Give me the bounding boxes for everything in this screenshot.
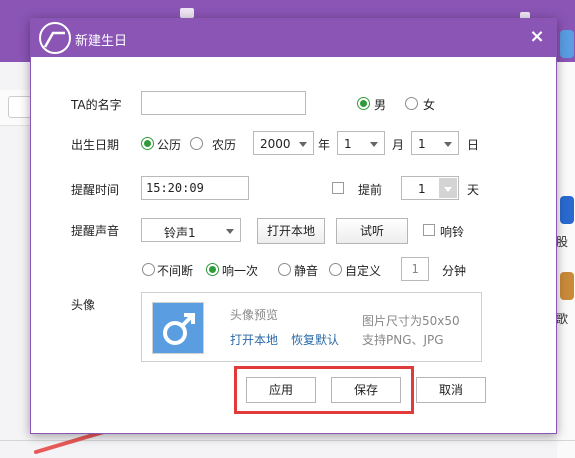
gender-female-radio[interactable] xyxy=(405,97,418,110)
avatar-open-local-link[interactable]: 打开本地 xyxy=(230,331,278,348)
name-label: TA的名字 xyxy=(71,98,122,112)
day-unit: 日 xyxy=(467,138,480,152)
avatar-preview-label: 头像预览 xyxy=(230,308,279,322)
divider xyxy=(0,440,575,441)
solar-calendar-label: 公历 xyxy=(157,138,182,152)
chevron-down-icon xyxy=(370,142,378,147)
repeat-mute-radio[interactable] xyxy=(278,263,291,276)
chevron-down-icon xyxy=(444,142,452,147)
right-label: 股 xyxy=(556,235,569,249)
year-value: 2000 xyxy=(260,137,291,151)
month-unit: 月 xyxy=(392,138,405,152)
toolbar-button[interactable] xyxy=(8,96,32,118)
close-icon[interactable]: × xyxy=(528,28,546,46)
gender-male-radio[interactable] xyxy=(357,97,370,110)
lunar-calendar-label: 农历 xyxy=(212,138,237,152)
name-input[interactable] xyxy=(141,91,306,115)
open-local-sound-button[interactable]: 打开本地 xyxy=(257,218,325,244)
highlight-box xyxy=(234,366,414,414)
ring-checkbox[interactable] xyxy=(423,224,435,236)
avatar-label: 头像 xyxy=(71,298,96,312)
gender-male-label: 男 xyxy=(374,98,387,112)
listen-button[interactable]: 试听 xyxy=(336,218,408,244)
advance-days-value: 1 xyxy=(418,182,426,196)
year-select[interactable]: 2000 xyxy=(253,131,314,155)
repeat-continuous-radio[interactable] xyxy=(142,263,155,276)
avatar-preview-panel: 头像预览 图片尺寸为50x50 打开本地 恢复默认 支持PNG、JPG xyxy=(141,292,482,362)
sound-label: 提醒声音 xyxy=(71,224,120,238)
day-value: 1 xyxy=(418,137,426,151)
right-panel xyxy=(557,62,575,458)
repeat-option-label: 响一次 xyxy=(222,264,259,278)
custom-minutes-input[interactable]: 1 xyxy=(401,257,429,281)
gender-female-label: 女 xyxy=(423,98,436,112)
avatar-format-hint: 支持PNG、JPG xyxy=(362,333,444,347)
remind-time-input[interactable]: 15:20:09 xyxy=(141,176,249,200)
minutes-unit: 分钟 xyxy=(442,264,467,278)
remind-time-label: 提醒时间 xyxy=(71,183,120,197)
chevron-down-icon xyxy=(226,229,234,234)
avatar-size-hint: 图片尺寸为50x50 xyxy=(362,314,460,328)
avatar-restore-default-link[interactable]: 恢复默认 xyxy=(291,331,339,348)
chevron-down-icon xyxy=(299,142,307,147)
header-mark xyxy=(180,8,194,18)
advance-checkbox[interactable] xyxy=(332,182,344,194)
sound-value: 铃声1 xyxy=(164,226,196,240)
male-symbol-icon xyxy=(163,313,195,345)
solar-calendar-radio[interactable] xyxy=(141,137,154,150)
app-logo-icon xyxy=(39,22,71,54)
month-value: 1 xyxy=(344,137,352,151)
app-icon[interactable] xyxy=(560,30,574,58)
repeat-custom-radio[interactable] xyxy=(329,263,342,276)
app-icon[interactable] xyxy=(560,272,574,300)
repeat-option-label: 不间断 xyxy=(157,264,194,278)
advance-days-select[interactable]: 1 xyxy=(401,176,459,200)
repeat-once-radio[interactable] xyxy=(206,263,219,276)
right-label: 歌 xyxy=(556,312,569,326)
cancel-button[interactable]: 取消 xyxy=(416,377,486,403)
dialog-title: 新建生日 xyxy=(75,34,128,49)
avatar-image[interactable] xyxy=(152,302,204,354)
lunar-calendar-radio[interactable] xyxy=(190,137,203,150)
advance-label: 提前 xyxy=(358,183,383,197)
repeat-option-label: 自定义 xyxy=(345,264,382,278)
ring-label: 响铃 xyxy=(440,225,465,239)
year-unit: 年 xyxy=(318,138,331,152)
app-icon[interactable] xyxy=(560,196,574,224)
day-select[interactable]: 1 xyxy=(411,131,459,155)
birth-date-label: 出生日期 xyxy=(71,138,120,152)
sound-select[interactable]: 铃声1 xyxy=(141,218,241,242)
advance-unit: 天 xyxy=(467,183,480,197)
dialog-titlebar[interactable]: 新建生日 × xyxy=(31,19,556,57)
repeat-option-label: 静音 xyxy=(294,264,319,278)
month-select[interactable]: 1 xyxy=(337,131,385,155)
chevron-down-icon xyxy=(444,187,452,192)
